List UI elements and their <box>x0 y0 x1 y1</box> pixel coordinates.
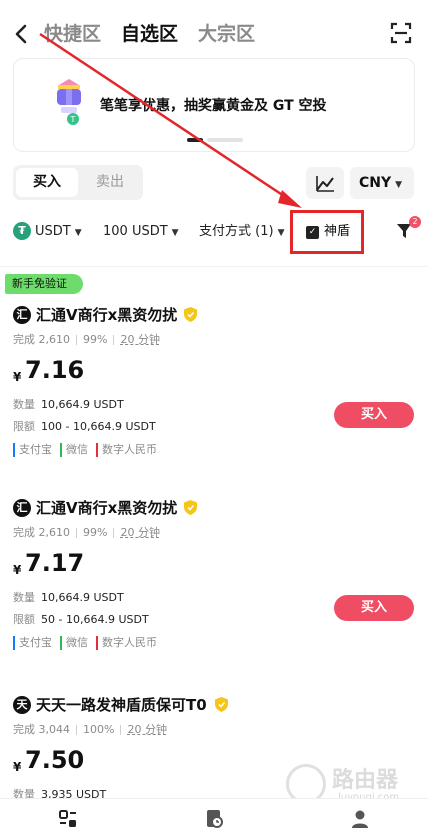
completed-count: 完成 2,610 <box>13 333 70 346</box>
banner-text: 笔笔享优惠，抽奖赢黄金及 GT 空投 <box>100 98 327 114</box>
chevron-down-icon: ▼ <box>395 180 403 190</box>
verified-shield-icon <box>184 500 197 515</box>
promo-banner[interactable]: T 笔笔享优惠，抽奖赢黄金及 GT 空投 <box>13 58 415 152</box>
payment-ecny: 数字人民币 <box>96 443 157 457</box>
currency-select[interactable]: CNY ▼ <box>350 167 414 199</box>
merchant-stats: 完成 2,610 99% 20 分钟 <box>13 332 160 348</box>
quantity-label: 数量 <box>13 591 35 604</box>
completed-count: 完成 2,610 <box>13 526 70 539</box>
merchant-avatar: 汇 <box>13 306 31 324</box>
chevron-down-icon: ▼ <box>74 228 82 238</box>
quantity-label: 数量 <box>13 398 35 411</box>
chevron-down-icon: ▼ <box>171 228 179 238</box>
asset-filter[interactable]: ₮ USDT ▼ <box>13 212 82 252</box>
completion-rate: 99% <box>83 333 108 346</box>
scan-icon[interactable] <box>390 22 412 44</box>
chart-icon <box>316 176 334 192</box>
completion-rate: 100% <box>83 723 115 736</box>
divider <box>0 266 428 267</box>
limit-row: 限额 100 - 10,664.9 USDT <box>13 419 156 435</box>
chevron-down-icon: ▼ <box>277 228 285 238</box>
tab-custom[interactable]: 自选区 <box>121 20 178 48</box>
banner-page-indicator <box>187 138 243 142</box>
limit-label: 限额 <box>13 420 35 433</box>
payment-wechat: 微信 <box>60 636 88 650</box>
payment-alipay: 支付宝 <box>13 636 52 650</box>
quantity-row: 数量 10,664.9 USDT <box>13 590 124 606</box>
completed-count: 完成 3,044 <box>13 723 70 736</box>
limit-label: 限额 <box>13 613 35 626</box>
buy-tab[interactable]: 买入 <box>16 168 78 197</box>
limit-value: 100 - 10,664.9 USDT <box>41 420 156 433</box>
orders-icon[interactable] <box>204 809 224 829</box>
release-time: 20 分钟 <box>120 526 160 539</box>
buy-button[interactable]: 买入 <box>334 402 414 428</box>
merchant-avatar: 汇 <box>13 499 31 517</box>
verified-shield-icon <box>215 697 228 712</box>
quantity-row: 数量 3,935 USDT <box>13 787 106 798</box>
release-time: 20 分钟 <box>127 723 167 736</box>
release-time: 20 分钟 <box>120 333 160 346</box>
merchant-name[interactable]: 汇通V商行x黑资勿扰 <box>36 498 177 518</box>
svg-text:T: T <box>70 115 76 124</box>
offer-card: 汇 汇通V商行x黑资勿扰 完成 2,610 99% 20 分钟 ¥ 7.16 数量 1… <box>0 298 428 488</box>
tab-bulk[interactable]: 大宗区 <box>198 20 255 48</box>
trade-home-icon[interactable] <box>58 809 78 829</box>
filter-count-badge: 2 <box>409 216 421 228</box>
indicator-dot-active <box>187 138 203 142</box>
limit-row: 限额 50 - 10,664.9 USDT <box>13 612 149 628</box>
currency-symbol: ¥ <box>13 370 22 384</box>
price: 7.16 <box>25 356 85 384</box>
quantity-value: 10,664.9 USDT <box>41 591 124 604</box>
usdt-icon: ₮ <box>13 221 31 240</box>
shield-label: 神盾 <box>324 224 351 239</box>
quantity-value: 10,664.9 USDT <box>41 398 124 411</box>
amount-label: 100 USDT <box>103 224 168 239</box>
payment-filter[interactable]: 支付方式 (1) ▼ <box>199 212 284 252</box>
watermark-title: 路由器 <box>332 768 399 793</box>
tab-quick[interactable]: 快捷区 <box>44 20 101 48</box>
merchant-stats: 完成 2,610 99% 20 分钟 <box>13 525 160 541</box>
top-nav: 快捷区 自选区 大宗区 <box>0 0 428 66</box>
buy-button[interactable]: 买入 <box>334 595 414 621</box>
merchant-name[interactable]: 天天一路发神盾质保可T0 <box>36 695 207 715</box>
amount-filter[interactable]: 100 USDT ▼ <box>103 212 179 252</box>
quantity-value: 3,935 USDT <box>41 788 107 798</box>
currency-symbol: ¥ <box>13 760 22 774</box>
verified-shield-icon <box>184 307 197 322</box>
chart-button[interactable] <box>306 167 344 199</box>
payment-label: 支付方式 (1) <box>199 224 274 239</box>
sell-tab[interactable]: 卖出 <box>80 168 140 197</box>
price: 7.17 <box>25 549 85 577</box>
quantity-label: 数量 <box>13 788 35 798</box>
payment-methods: 支付宝 微信 数字人民币 <box>13 636 165 650</box>
gift-icon: T <box>49 79 89 129</box>
bottom-nav <box>0 798 428 833</box>
merchant-name[interactable]: 汇通V商行x黑资勿扰 <box>36 305 177 325</box>
completion-rate: 99% <box>83 526 108 539</box>
shield-filter-checkbox[interactable]: ✓ 神盾 <box>290 210 364 254</box>
payment-ecny: 数字人民币 <box>96 636 157 650</box>
payment-methods: 支付宝 微信 数字人民币 <box>13 443 165 457</box>
currency-symbol: ¥ <box>13 563 22 577</box>
limit-value: 50 - 10,664.9 USDT <box>41 613 149 626</box>
merchant-avatar: 天 <box>13 696 31 714</box>
checkbox-checked-icon: ✓ <box>306 226 319 239</box>
back-chevron-icon[interactable] <box>12 20 36 48</box>
offer-card: 汇 汇通V商行x黑资勿扰 完成 2,610 99% 20 分钟 ¥ 7.17 数量 1… <box>0 492 428 682</box>
quantity-row: 数量 10,664.9 USDT <box>13 397 124 413</box>
buy-sell-toggle: 买入 卖出 <box>13 165 143 200</box>
merchant-stats: 完成 3,044 100% 20 分钟 <box>13 722 167 738</box>
price: 7.50 <box>25 746 85 774</box>
payment-wechat: 微信 <box>60 443 88 457</box>
asset-label: USDT <box>35 224 71 239</box>
new-user-tag: 新手免验证 <box>5 274 83 294</box>
indicator-dot <box>207 138 243 142</box>
payment-alipay: 支付宝 <box>13 443 52 457</box>
currency-label: CNY <box>359 175 392 191</box>
profile-icon[interactable] <box>350 809 370 829</box>
